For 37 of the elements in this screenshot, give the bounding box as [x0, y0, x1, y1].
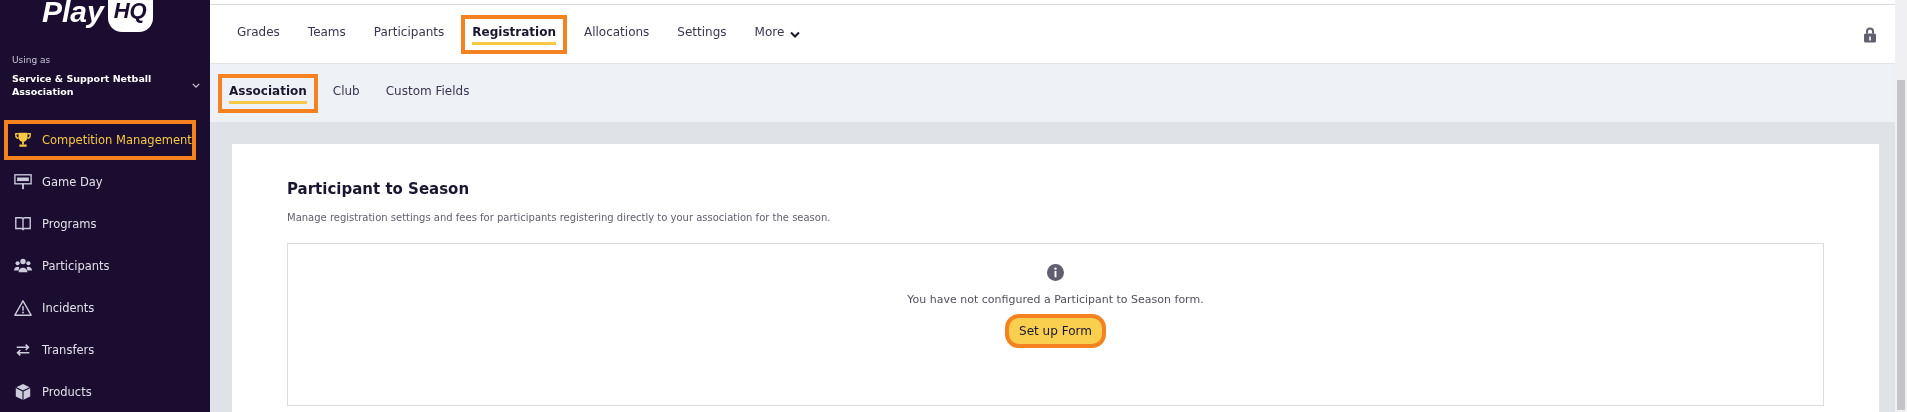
warning-icon	[14, 299, 32, 317]
sidebar-item[interactable]: Participants	[4, 246, 196, 286]
using-as-label: Using as	[12, 55, 52, 65]
scoreboard-icon	[14, 173, 32, 191]
book-icon	[14, 215, 32, 233]
tab[interactable]: More	[743, 14, 812, 54]
section-title: Participant to Season	[287, 180, 471, 198]
scrollbar[interactable]	[1895, 0, 1907, 412]
box-icon	[14, 383, 32, 401]
people-icon	[14, 257, 32, 275]
sidebar-item[interactable]: Programs	[4, 204, 196, 244]
chevron-down-icon[interactable]	[790, 31, 801, 38]
tab[interactable]: Teams	[296, 14, 357, 54]
section-description: Manage registration settings and fees for participants registering directly to your association for the season.	[287, 212, 832, 223]
tab[interactable]: Club	[321, 73, 371, 113]
lock-icon[interactable]	[1863, 25, 1877, 43]
empty-state-message: You have not configured a Participant to Season form.	[907, 293, 1204, 306]
tab[interactable]: Settings	[666, 14, 738, 54]
logo-badge: HQ	[107, 0, 153, 32]
sidebar-item[interactable]: Competition Management	[4, 120, 196, 160]
tab[interactable]: Registration	[461, 14, 567, 54]
set-up-form-button[interactable]: Set up Form	[1005, 314, 1106, 348]
tab[interactable]: Custom Fields	[374, 73, 481, 113]
trophy-icon	[14, 131, 32, 149]
transfer-icon	[14, 341, 32, 359]
tab[interactable]: Association	[218, 73, 318, 113]
scrollbar-thumb[interactable]	[1897, 80, 1905, 410]
sidebar-item[interactable]: Game Day	[4, 162, 196, 202]
info-icon	[1047, 264, 1064, 281]
logo-text: Play	[42, 0, 104, 30]
sidebar-item[interactable]: Transfers	[4, 330, 196, 370]
tab[interactable]: Grades	[226, 14, 291, 54]
sidebar-item[interactable]: Products	[4, 372, 196, 412]
sidebar-item[interactable]: Incidents	[4, 288, 196, 328]
tab[interactable]: Participants	[362, 14, 456, 54]
tab[interactable]: Allocations	[572, 14, 661, 54]
organisation-name: Service & Support Netball Association	[12, 72, 153, 98]
